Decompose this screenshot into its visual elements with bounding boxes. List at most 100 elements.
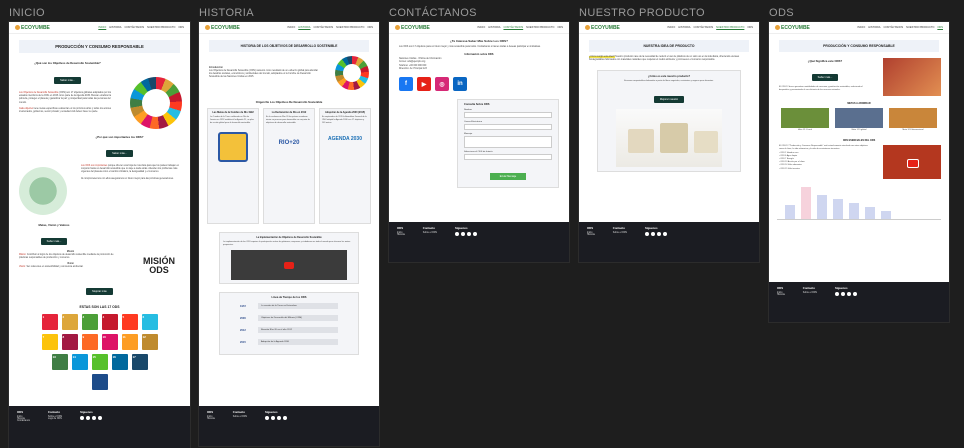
footer-link[interactable]: Historia xyxy=(777,294,785,296)
frame-inicio[interactable]: ECOYUMBE INICIO HISTORIA CONTÁCTANOS NUE… xyxy=(9,22,190,448)
youtube-icon[interactable] xyxy=(460,232,465,236)
instagram-icon[interactable] xyxy=(276,416,281,420)
ods-tile-logo[interactable] xyxy=(91,374,108,390)
brand-logo[interactable]: ECOYUMBE xyxy=(395,25,430,31)
instagram-icon[interactable] xyxy=(846,292,851,296)
nav-producto[interactable]: NUESTRO PRODUCTO xyxy=(147,26,175,29)
linkedin-icon[interactable]: in xyxy=(453,77,467,92)
nav-historia[interactable]: HISTORIA xyxy=(678,26,690,29)
ods-tile[interactable]: 17 xyxy=(131,354,148,370)
play-icon[interactable] xyxy=(284,261,294,269)
facebook-icon[interactable] xyxy=(80,416,85,420)
brand-logo[interactable]: ECOYUMBE xyxy=(205,25,240,31)
nav-contactanos[interactable]: CONTÁCTANOS xyxy=(503,26,523,29)
linkedin-icon[interactable] xyxy=(662,232,667,236)
nav-ods[interactable]: ODS xyxy=(557,26,563,29)
nav-ods[interactable]: ODS xyxy=(178,26,184,29)
ods-tile[interactable]: 5 xyxy=(121,314,138,330)
nav-inicio[interactable]: INICIO xyxy=(477,26,485,29)
brand-logo[interactable]: ECOYUMBE xyxy=(775,25,810,31)
ods-tile[interactable]: 10 xyxy=(101,334,118,350)
submit-button[interactable]: Enviar Mensaje xyxy=(489,173,527,181)
instagram-icon[interactable] xyxy=(92,416,97,420)
meta-card[interactable]: Meta 12.8 Internacional xyxy=(889,108,937,133)
ods-tile[interactable]: 12 xyxy=(141,334,158,350)
youtube-icon[interactable] xyxy=(840,292,845,296)
frame-contactanos[interactable]: ECOYUMBE INICIO HISTORIA CONTÁCTANOS NUE… xyxy=(389,22,569,262)
ods-tile[interactable]: 4 xyxy=(101,314,118,330)
ods-tile[interactable]: 9 xyxy=(81,334,98,350)
saber-mas-button[interactable]: Saber más... xyxy=(811,74,839,81)
linkedin-icon[interactable] xyxy=(282,416,287,420)
youtube-icon[interactable] xyxy=(270,416,275,420)
frame-ods[interactable]: ECOYUMBE INICIO HISTORIA CONTÁCTANOS NUE… xyxy=(769,22,949,322)
footer-link[interactable]: Historia xyxy=(207,418,215,420)
instagram-icon[interactable]: ◎ xyxy=(435,77,449,92)
facebook-icon[interactable] xyxy=(454,232,459,236)
ods-tile[interactable]: 3 xyxy=(81,314,98,330)
video-player[interactable] xyxy=(231,250,347,281)
nav-contactanos[interactable]: CONTÁCTANOS xyxy=(124,26,144,29)
brand-logo[interactable]: ECOYUMBE xyxy=(15,25,50,31)
meta-card[interactable]: Meta 12.5 global xyxy=(835,108,883,133)
facebook-icon[interactable] xyxy=(264,416,269,420)
frame-producto[interactable]: ECOYUMBE INICIO HISTORIA CONTÁCTANOS NUE… xyxy=(579,22,759,262)
saber-mas-button-2[interactable]: Saber más... xyxy=(106,150,133,157)
nav-contactanos[interactable]: CONTÁCTANOS xyxy=(883,26,903,29)
name-field[interactable] xyxy=(464,112,552,119)
ods-tile[interactable]: 8 xyxy=(61,334,78,350)
instagram-icon[interactable] xyxy=(466,232,471,236)
footer-link[interactable]: Contáctanos xyxy=(17,420,30,422)
nav-historia[interactable]: HISTORIA xyxy=(298,26,310,29)
nav-inicio[interactable]: INICIO xyxy=(857,26,865,29)
facebook-icon[interactable] xyxy=(834,292,839,296)
nav-producto[interactable]: NUESTRO PRODUCTO xyxy=(526,26,554,29)
email-field[interactable] xyxy=(464,124,552,131)
linkedin-icon[interactable] xyxy=(472,232,477,236)
nav-producto[interactable]: NUESTRO PRODUCTO xyxy=(336,26,364,29)
video-player[interactable] xyxy=(883,145,941,180)
ods-tile[interactable]: 13 xyxy=(51,354,68,370)
brand-logo[interactable]: ECOYUMBE xyxy=(585,25,620,31)
nav-ods[interactable]: ODS xyxy=(937,26,943,29)
ods-tile[interactable]: 1 xyxy=(41,314,58,330)
nav-ods[interactable]: ODS xyxy=(367,26,373,29)
nav-inicio[interactable]: INICIO xyxy=(287,26,295,29)
facebook-icon[interactable]: f xyxy=(399,77,413,92)
ods-select[interactable] xyxy=(464,154,552,161)
footer-link[interactable]: Historia xyxy=(397,234,405,236)
nav-inicio[interactable]: INICIO xyxy=(98,26,106,29)
play-icon[interactable] xyxy=(907,158,919,168)
mejorar-nuestro-button[interactable]: Mejorar nuestro xyxy=(653,95,685,103)
ods-tile[interactable]: 7 xyxy=(41,334,58,350)
youtube-icon[interactable]: ▶ xyxy=(417,77,431,92)
ods-tile[interactable]: 11 xyxy=(121,334,138,350)
frame-historia[interactable]: ECOYUMBE INICIO HISTORIA CONTÁCTANOS NUE… xyxy=(199,22,379,446)
youtube-icon[interactable] xyxy=(650,232,655,236)
nav-historia[interactable]: HISTORIA xyxy=(109,26,121,29)
footer-link[interactable]: Historia xyxy=(587,234,595,236)
youtube-icon[interactable] xyxy=(86,416,91,420)
instagram-icon[interactable] xyxy=(656,232,661,236)
mejorar-mas-button[interactable]: Mejorar más xyxy=(86,288,113,295)
nav-producto[interactable]: NUESTRO PRODUCTO xyxy=(716,26,744,29)
nav-historia[interactable]: HISTORIA xyxy=(868,26,880,29)
ods-tile[interactable]: 14 xyxy=(71,354,88,370)
facebook-icon[interactable] xyxy=(644,232,649,236)
saber-mas-button-3[interactable]: Saber más... xyxy=(40,238,68,245)
ods-tile[interactable]: 6 xyxy=(141,314,158,330)
message-field[interactable] xyxy=(464,136,552,149)
ods-tile[interactable]: 16 xyxy=(111,354,128,370)
saber-mas-button[interactable]: Saber más... xyxy=(54,77,81,84)
nav-historia[interactable]: HISTORIA xyxy=(488,26,500,29)
meta-card[interactable]: Hiles 12.1 Local xyxy=(781,108,829,133)
nav-ods[interactable]: ODS xyxy=(747,26,753,29)
linkedin-icon[interactable] xyxy=(98,416,103,420)
ods-tile[interactable]: 15 xyxy=(91,354,108,370)
ods-tile[interactable]: 2 xyxy=(61,314,78,330)
nav-contactanos[interactable]: CONTÁCTANOS xyxy=(693,26,713,29)
nav-contactanos[interactable]: CONTÁCTANOS xyxy=(313,26,333,29)
linkedin-icon[interactable] xyxy=(852,292,857,296)
nav-inicio[interactable]: INICIO xyxy=(667,26,675,29)
nav-producto[interactable]: NUESTRO PRODUCTO xyxy=(906,26,934,29)
